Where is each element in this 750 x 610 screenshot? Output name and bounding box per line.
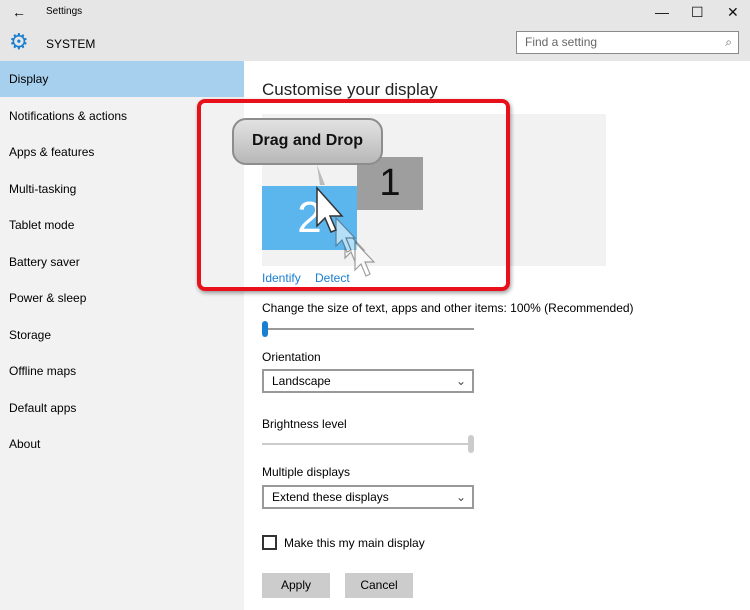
search-icon[interactable]: ⌕ xyxy=(725,32,732,53)
sidebar-item-default-apps[interactable]: Default apps xyxy=(0,390,244,426)
maximize-button[interactable]: ☐ xyxy=(691,4,704,21)
orientation-label: Orientation xyxy=(262,350,321,364)
main-display-label: Make this my main display xyxy=(284,536,425,550)
brightness-slider-thumb[interactable] xyxy=(468,435,474,453)
search-input[interactable]: Find a setting ⌕ xyxy=(516,31,739,54)
close-button[interactable]: ✕ xyxy=(727,4,739,21)
window-title: Settings xyxy=(46,6,83,17)
chevron-down-icon: ⌄ xyxy=(455,374,466,388)
sidebar-item-storage[interactable]: Storage xyxy=(0,317,244,353)
drag-drop-callout: Drag and Drop xyxy=(232,118,383,165)
cursor-trail-icon xyxy=(316,165,376,277)
scale-slider-thumb[interactable] xyxy=(262,321,268,337)
section-title: SYSTEM xyxy=(46,37,96,51)
search-placeholder: Find a setting xyxy=(525,35,598,49)
gear-icon: ⚙ xyxy=(9,29,29,54)
page-title: Customise your display xyxy=(262,80,438,99)
orientation-dropdown[interactable]: Landscape ⌄ xyxy=(262,369,474,393)
sidebar-item-offline-maps[interactable]: Offline maps xyxy=(0,353,244,389)
sidebar-item-display[interactable]: Display xyxy=(0,61,244,97)
multiple-displays-dropdown[interactable]: Extend these displays ⌄ xyxy=(262,485,474,509)
main-display-checkbox[interactable] xyxy=(262,535,277,550)
multiple-displays-value: Extend these displays xyxy=(272,490,389,504)
apply-button[interactable]: Apply xyxy=(262,573,330,598)
scale-label: Change the size of text, apps and other … xyxy=(262,301,634,315)
brightness-label: Brightness level xyxy=(262,417,347,431)
brightness-slider[interactable] xyxy=(262,435,474,453)
chevron-down-icon: ⌄ xyxy=(455,490,466,504)
minimize-button[interactable]: — xyxy=(655,4,669,20)
multiple-displays-label: Multiple displays xyxy=(262,465,351,479)
sidebar-item-about[interactable]: About xyxy=(0,426,244,462)
scale-slider[interactable] xyxy=(262,321,474,337)
orientation-value: Landscape xyxy=(272,374,331,388)
title-bar: ← Settings — ☐ ✕ xyxy=(0,0,750,25)
back-button[interactable]: ← xyxy=(12,4,26,20)
cancel-button[interactable]: Cancel xyxy=(345,573,413,598)
